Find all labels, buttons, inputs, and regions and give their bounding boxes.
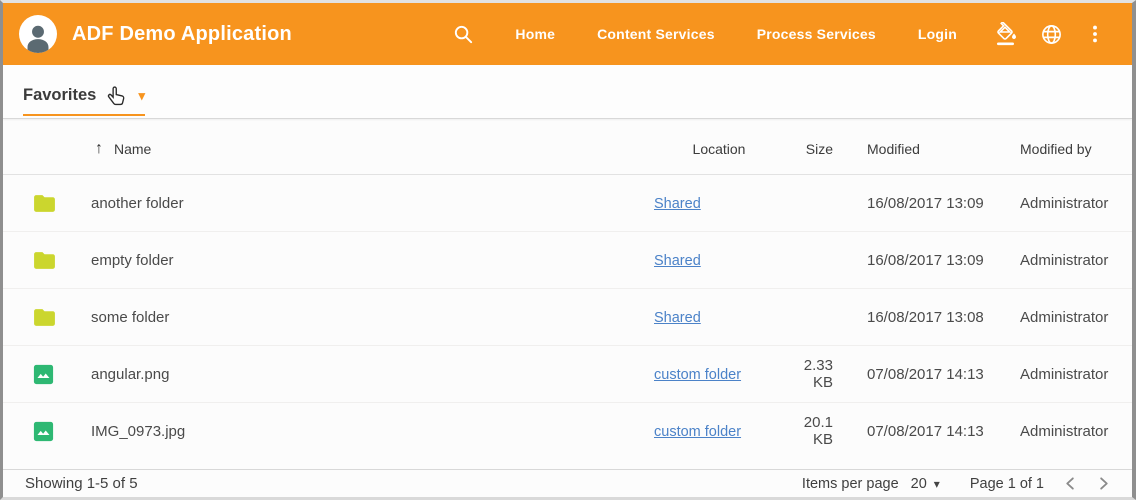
file-location-link[interactable]: Shared [654,253,701,269]
file-location-cell: custom folder [654,423,784,440]
more-menu-button[interactable] [1084,23,1106,45]
file-modified-by: Administrator [1020,252,1132,269]
file-location-cell: Shared [654,195,784,212]
file-name[interactable]: IMG_0973.jpg [91,423,654,440]
folder-icon [32,305,57,330]
page-indicator: Page 1 of 1 [970,476,1044,492]
file-modified: 16/08/2017 13:08 [833,309,1020,326]
file-modified-by: Administrator [1020,195,1132,212]
nav-item-process-services[interactable]: Process Services [757,26,876,42]
table-row[interactable]: angular.png custom folder 2.33 KB 07/08/… [3,346,1132,403]
items-per-page-label: Items per page [802,476,899,492]
previous-page-button[interactable] [1064,476,1077,491]
file-modified: 16/08/2017 13:09 [833,252,1020,269]
file-table: another folder Shared 16/08/2017 13:09 A… [3,175,1132,469]
language-button[interactable] [1040,23,1063,46]
user-silhouette-icon [21,19,55,53]
view-switcher-bar: Favorites ▾ [3,65,1132,119]
file-modified: 16/08/2017 13:09 [833,195,1020,212]
column-header-name[interactable]: ↑ Name [91,141,654,157]
file-name[interactable]: another folder [91,195,654,212]
table-row[interactable]: IMG_0973.jpg custom folder 20.1 KB 07/08… [3,403,1132,459]
file-type-cell [3,191,91,216]
column-header-modified[interactable]: Modified [833,141,1020,157]
file-name[interactable]: empty folder [91,252,654,269]
pagination-bar: Showing 1-5 of 5 Items per page 20 ▾ Pag… [3,469,1132,497]
file-location-link[interactable]: Shared [654,196,701,212]
column-header-size[interactable]: Size [784,141,833,157]
search-button[interactable] [452,23,475,46]
items-per-page-select[interactable]: 20 ▾ [911,476,940,492]
file-type-cell [3,248,91,273]
column-header-modified-by[interactable]: Modified by [1020,141,1132,157]
chevron-right-icon [1097,476,1110,491]
file-modified-by: Administrator [1020,366,1132,383]
file-location-cell: Shared [654,309,784,326]
file-type-cell [3,305,91,330]
file-location-cell: custom folder [654,366,784,383]
items-per-page-value: 20 [911,476,927,492]
nav-item-login[interactable]: Login [918,26,957,42]
globe-icon [1040,23,1063,46]
next-page-button[interactable] [1097,476,1110,491]
file-modified-by: Administrator [1020,309,1132,326]
column-header-location[interactable]: Location [654,141,784,157]
chevron-down-icon: ▾ [138,89,145,102]
search-icon [452,23,475,46]
main-nav: Home Content Services Process Services L… [515,26,957,42]
file-modified: 07/08/2017 14:13 [833,423,1020,440]
format-color-fill-icon [995,22,1019,46]
file-name[interactable]: some folder [91,309,654,326]
showing-count: Showing 1-5 of 5 [25,475,138,492]
table-row[interactable]: empty folder Shared 16/08/2017 13:09 Adm… [3,232,1132,289]
file-type-cell [3,363,91,386]
sort-ascending-icon: ↑ [95,141,103,157]
table-header-row: ↑ Name Location Size Modified Modified b… [3,119,1132,175]
file-modified: 07/08/2017 14:13 [833,366,1020,383]
nav-item-home[interactable]: Home [515,26,555,42]
nav-item-content-services[interactable]: Content Services [597,26,715,42]
file-location-cell: Shared [654,252,784,269]
avatar[interactable] [19,15,57,53]
folder-icon [32,191,57,216]
chevron-down-icon: ▾ [934,477,940,491]
table-row[interactable]: another folder Shared 16/08/2017 13:09 A… [3,175,1132,232]
file-size: 20.1 KB [784,414,833,448]
file-name[interactable]: angular.png [91,366,654,383]
file-modified-by: Administrator [1020,423,1132,440]
app-window: ADF Demo Application Home Content Servic… [0,0,1136,500]
more-vert-icon [1084,23,1106,45]
file-location-link[interactable]: custom folder [654,367,741,383]
file-location-link[interactable]: custom folder [654,424,741,440]
table-row[interactable]: some folder Shared 16/08/2017 13:08 Admi… [3,289,1132,346]
theme-picker-button[interactable] [995,22,1019,46]
image-file-icon [32,420,55,443]
file-location-link[interactable]: Shared [654,310,701,326]
image-file-icon [32,363,55,386]
favorites-dropdown[interactable]: Favorites ▾ [23,86,145,116]
file-size: 2.33 KB [784,357,833,391]
header-action-icons [995,22,1106,46]
app-title: ADF Demo Application [72,23,292,46]
chevron-left-icon [1064,476,1077,491]
app-header: ADF Demo Application Home Content Servic… [3,3,1132,65]
file-type-cell [3,420,91,443]
view-switcher-label: Favorites [23,86,96,105]
folder-icon [32,248,57,273]
